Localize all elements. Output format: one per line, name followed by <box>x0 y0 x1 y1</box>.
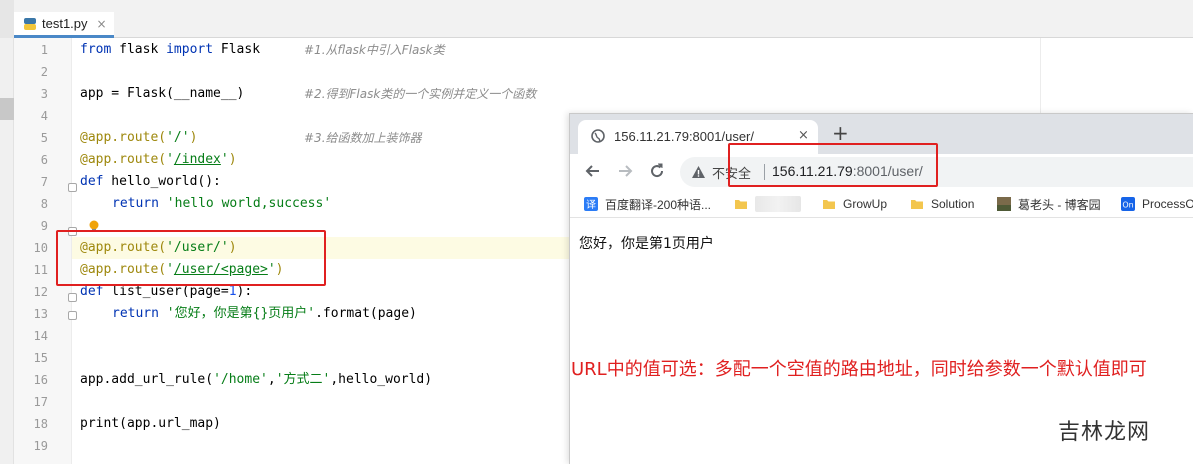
blurred-label <box>755 196 801 212</box>
svg-text:On: On <box>1122 201 1133 210</box>
fold-marker-icon[interactable] <box>68 293 77 302</box>
new-tab-button[interactable]: + <box>832 123 849 143</box>
close-tab-icon[interactable]: × <box>798 128 809 143</box>
folder-icon <box>823 200 835 209</box>
line-number: 7 <box>40 175 48 189</box>
line-number: 16 <box>33 373 48 387</box>
line-number: 17 <box>33 395 48 409</box>
folder-icon <box>911 200 923 209</box>
url-highlight-box <box>728 143 938 187</box>
back-arrow-icon[interactable] <box>584 162 602 180</box>
bookmark-blog[interactable]: 葛老头 - 博客园 <box>997 195 1101 213</box>
bookmarks-bar: 译 百度翻译-200种语... GrowUp Solution 葛老头 - 博客… <box>570 190 1193 218</box>
fold-marker-icon[interactable] <box>68 183 77 192</box>
bookmark-growup[interactable]: GrowUp <box>822 195 887 213</box>
line-number: 15 <box>33 351 48 365</box>
watermark-text: 吉林龙网 <box>1058 420 1151 445</box>
comment-line-3: #2.得到Flask类的一个实例并定义一个函数 <box>304 87 537 101</box>
line-number: 9 <box>40 219 48 233</box>
warning-icon <box>692 166 705 178</box>
bookmark-baidu-translate[interactable]: 译 百度翻译-200种语... <box>584 195 711 213</box>
comment-line-5: #3.给函数加上装饰器 <box>304 131 422 145</box>
code-line-7[interactable]: def hello_world(): <box>80 171 221 193</box>
processon-icon: On <box>1121 197 1135 211</box>
bookmark-processon[interactable]: On ProcessOn <box>1121 195 1193 213</box>
line-number: 6 <box>40 153 48 167</box>
close-tab-icon[interactable]: × <box>97 17 107 31</box>
code-line-6[interactable]: @app.route('/index') <box>80 149 237 171</box>
code-line-3[interactable]: app = Flask(__name__) <box>80 83 244 105</box>
code-line-8[interactable]: return 'hello world,success' <box>112 193 331 215</box>
line-number: 12 <box>33 285 48 299</box>
python-file-icon <box>24 17 36 30</box>
bookmark-folder-blurred[interactable] <box>734 195 801 213</box>
line-number: 13 <box>33 307 48 321</box>
reload-icon[interactable] <box>648 162 666 180</box>
code-line-16[interactable]: app.add_url_rule('/home','方式二',hello_wor… <box>80 369 432 391</box>
fold-marker-icon[interactable] <box>68 311 77 320</box>
comment-line-1: #1.从flask中引入Flask类 <box>304 43 445 57</box>
line-number: 3 <box>40 87 48 101</box>
svg-text:译: 译 <box>586 199 596 211</box>
line-number: 2 <box>40 65 48 79</box>
translate-icon: 译 <box>584 197 598 211</box>
tab-label: test1.py <box>42 16 88 31</box>
line-number: 4 <box>40 109 48 123</box>
globe-icon <box>591 129 605 143</box>
browser-window: 156.11.21.79:8001/user/ × + 不安全 156.11.2… <box>569 113 1193 464</box>
tool-strip <box>0 0 14 38</box>
forward-arrow-icon[interactable] <box>616 162 634 180</box>
blog-avatar-icon <box>997 197 1011 211</box>
bookmark-solution[interactable]: Solution <box>910 195 974 213</box>
folder-icon <box>735 200 747 209</box>
editor-tab-test1[interactable]: test1.py × <box>14 12 114 38</box>
line-number: 1 <box>40 43 48 57</box>
page-response-text: 您好，你是第1页用户 <box>579 236 714 252</box>
browser-tab-title: 156.11.21.79:8001/user/ <box>614 129 754 144</box>
code-highlight-box <box>56 230 326 286</box>
code-line-18[interactable]: print(app.url_map) <box>80 413 221 435</box>
browser-toolbar: 不安全 156.11.21.79:8001/user/ <box>570 143 1193 190</box>
line-number: 18 <box>33 417 48 431</box>
line-number: 10 <box>33 241 48 255</box>
line-number: 8 <box>40 197 48 211</box>
annotation-note: URL中的值可选：多配一个空值的路由地址，同时给参数一个默认值即可 <box>571 359 1147 380</box>
line-number: 5 <box>40 131 48 145</box>
line-number: 19 <box>33 439 48 453</box>
code-line-5[interactable]: @app.route('/') <box>80 127 197 149</box>
structure-strip <box>0 38 14 464</box>
code-line-13[interactable]: return '您好，你是第{}页用户'.format(page) <box>112 303 417 325</box>
code-line-1[interactable]: from flask import Flask <box>80 39 260 61</box>
editor-tab-bar: test1.py × <box>0 0 1193 38</box>
line-number: 11 <box>33 263 48 277</box>
strip-selection <box>0 98 14 120</box>
line-number: 14 <box>33 329 48 343</box>
